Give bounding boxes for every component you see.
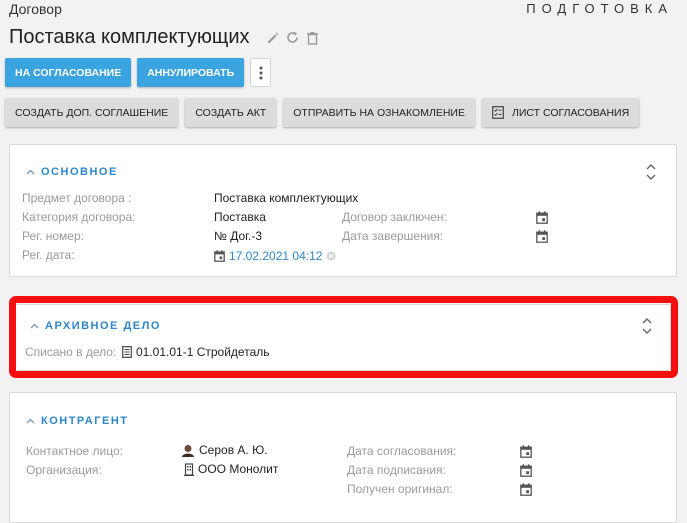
chevron-up-icon xyxy=(26,418,35,424)
section-title: ОСНОВНОЕ xyxy=(41,166,118,178)
clear-icon[interactable] xyxy=(326,251,336,261)
organization-text: ООО Монолит xyxy=(198,462,279,476)
avatar-icon xyxy=(182,444,194,457)
organization-label: Организация: xyxy=(26,463,102,477)
main-section-header[interactable]: ОСНОВНОЕ xyxy=(26,166,118,178)
edit-icon[interactable] xyxy=(264,29,282,47)
approval-sheet-label: ЛИСТ СОГЛАСОВАНИЯ xyxy=(511,106,630,119)
concluded-label: Договор заключен: xyxy=(342,210,447,224)
contact-label: Контактное лицо: xyxy=(26,444,123,458)
chevron-up-icon xyxy=(26,169,35,175)
reg-number-value: № Дог.-3 xyxy=(214,229,263,243)
calendar-icon xyxy=(214,250,225,262)
main-section: ОСНОВНОЕ Предмет договора : Поставка ком… xyxy=(9,144,677,277)
counterparty-section: КОНТРАГЕНТ Контактное лицо: Серов А. Ю. … xyxy=(9,392,677,523)
annul-button[interactable]: АННУЛИРОВАТЬ xyxy=(137,58,245,87)
reg-date-label: Рег. дата: xyxy=(22,248,75,262)
create-act-button[interactable]: СОЗДАТЬ АКТ xyxy=(185,98,277,127)
end-date-label: Дата завершения: xyxy=(342,229,444,243)
title-actions xyxy=(264,29,322,47)
reg-date-value[interactable]: 17.02.2021 04:12 xyxy=(214,249,336,263)
title-row: Поставка комплектующих xyxy=(9,26,322,49)
checklist-icon xyxy=(492,106,504,119)
contact-value[interactable]: Серов А. Ю. xyxy=(181,443,268,457)
concluded-calendar-icon[interactable] xyxy=(536,211,548,224)
subject-value: Поставка комплектующих xyxy=(214,191,359,205)
original-received-label: Получен оригинал: xyxy=(347,482,453,496)
highlight-frame xyxy=(9,296,678,378)
signing-date-label: Дата подписания: xyxy=(347,463,446,477)
more-vertical-icon xyxy=(259,66,263,79)
counterparty-section-header[interactable]: КОНТРАГЕНТ xyxy=(26,415,128,427)
document-type: Договор xyxy=(9,1,62,17)
contact-text: Серов А. Ю. xyxy=(199,443,268,457)
end-date-calendar-icon[interactable] xyxy=(536,230,548,243)
signing-calendar-icon[interactable] xyxy=(520,464,532,477)
category-value: Поставка xyxy=(214,210,266,224)
subject-label: Предмет договора : xyxy=(22,191,132,205)
primary-toolbar: НА СОГЛАСОВАНИЕ АННУЛИРОВАТЬ xyxy=(5,58,272,87)
approval-sheet-button[interactable]: ЛИСТ СОГЛАСОВАНИЯ xyxy=(481,98,640,127)
building-icon xyxy=(184,462,194,476)
organization-value[interactable]: ООО Монолит xyxy=(184,462,278,476)
send-for-review-button[interactable]: ОТПРАВИТЬ НА ОЗНАКОМЛЕНИЕ xyxy=(283,98,475,127)
reg-date-text: 17.02.2021 04:12 xyxy=(229,249,323,263)
more-button[interactable] xyxy=(250,58,272,87)
page-title: Поставка комплектующих xyxy=(9,26,250,48)
trash-icon[interactable] xyxy=(304,29,322,47)
secondary-toolbar: СОЗДАТЬ ДОП. СОГЛАШЕНИЕ СОЗДАТЬ АКТ ОТПР… xyxy=(5,98,640,127)
agreement-date-label: Дата согласования: xyxy=(347,444,457,458)
approval-button[interactable]: НА СОГЛАСОВАНИЕ xyxy=(5,58,132,87)
section-title: КОНТРАГЕНТ xyxy=(41,415,129,427)
create-supplement-button[interactable]: СОЗДАТЬ ДОП. СОГЛАШЕНИЕ xyxy=(5,98,179,127)
refresh-icon[interactable] xyxy=(284,29,302,47)
reg-number-label: Рег. номер: xyxy=(22,229,84,243)
original-calendar-icon[interactable] xyxy=(520,483,532,496)
agreement-calendar-icon[interactable] xyxy=(520,445,532,458)
status-label: ПОДГОТОВКА xyxy=(526,1,673,16)
expand-collapse-icon[interactable] xyxy=(644,163,658,181)
category-label: Категория договора: xyxy=(22,210,136,224)
